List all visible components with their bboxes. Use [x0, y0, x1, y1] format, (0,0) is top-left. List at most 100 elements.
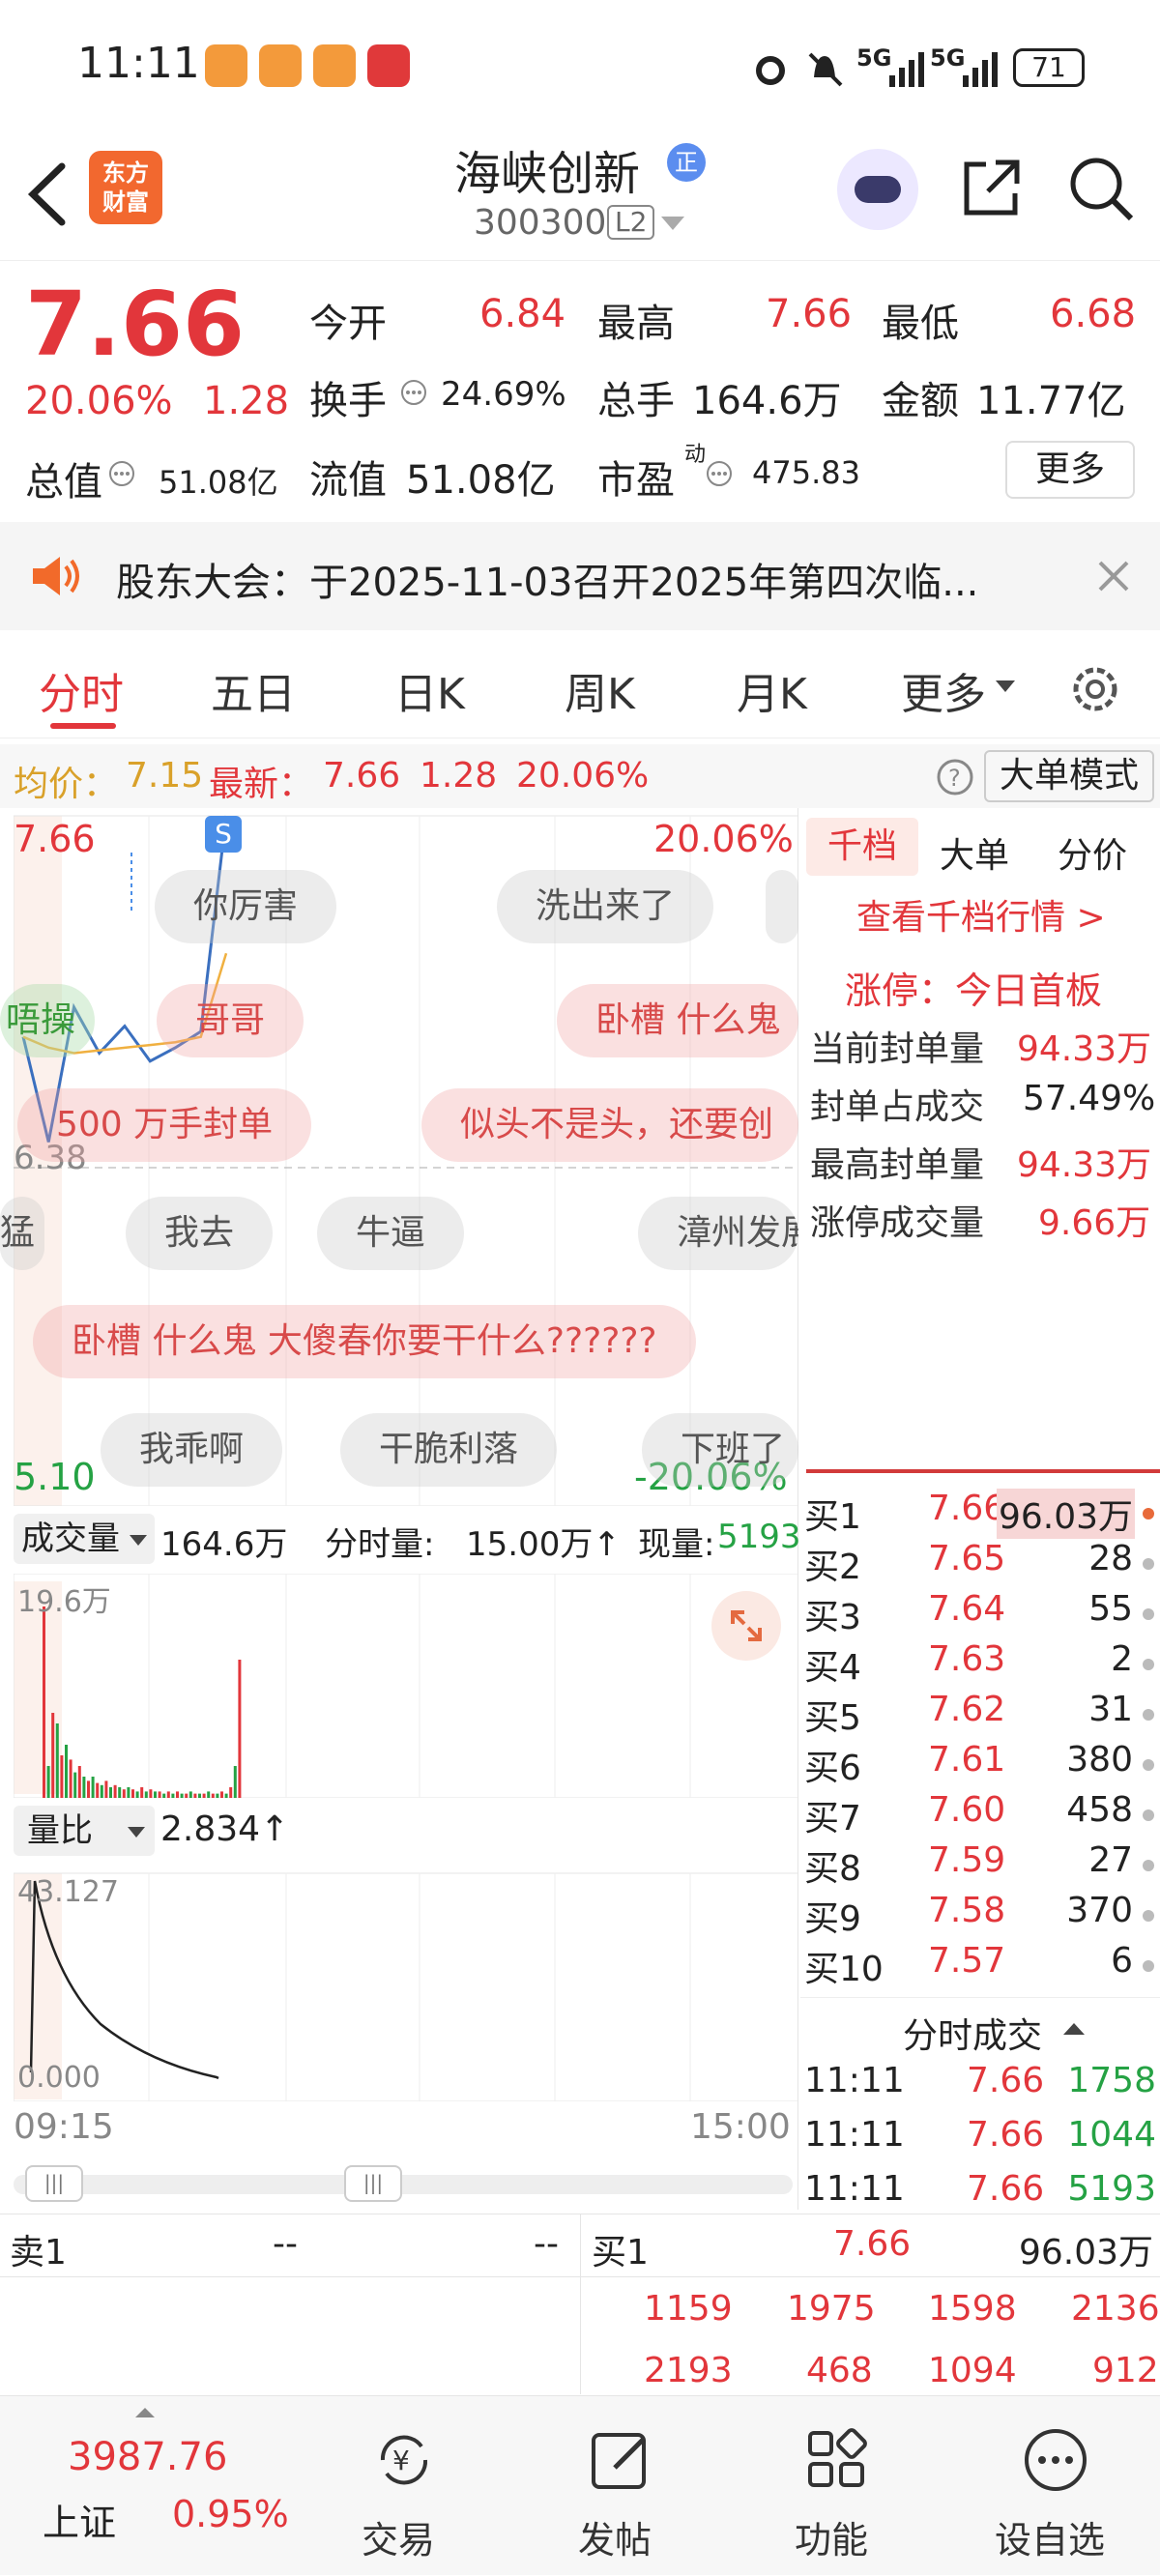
bid-volume: 27	[1088, 1840, 1133, 1880]
signal-icon	[889, 52, 924, 87]
volume-bar	[176, 1791, 179, 1798]
settings-gear-icon[interactable]	[1067, 661, 1123, 717]
range-slider-track[interactable]	[14, 2175, 793, 2194]
barrage-bubble[interactable]: 牛逼	[317, 1197, 465, 1270]
barrage-bubble[interactable]: 干脆利落	[340, 1413, 558, 1487]
volume-bar	[87, 1780, 90, 1798]
order-book-row[interactable]: 买2 7.65 28	[800, 1539, 1160, 1589]
index-ticker[interactable]: 3987.76 上证 0.95%	[0, 2396, 309, 2576]
alarm-icon	[756, 56, 785, 85]
bid-dot	[1143, 1910, 1154, 1922]
range-slider-left-handle[interactable]: |||	[25, 2165, 83, 2202]
tick-volume: 1044	[1067, 2115, 1156, 2155]
tab-price-dist[interactable]: 分价	[1058, 827, 1127, 878]
more-button[interactable]: 更多	[1005, 441, 1135, 499]
chevron-down-icon[interactable]	[130, 1535, 147, 1547]
sell1-price: --	[273, 2224, 298, 2264]
order-book-row[interactable]: 买5 7.62 31	[800, 1690, 1160, 1740]
bid-price: 7.62	[928, 1690, 1006, 1729]
volume-chart	[14, 1574, 798, 1798]
volume-bar	[158, 1791, 161, 1798]
order-book-row[interactable]: 买7 7.60 458	[800, 1790, 1160, 1840]
info-icon[interactable]	[400, 379, 427, 406]
chevron-down-icon[interactable]	[661, 217, 684, 232]
share-icon[interactable]	[957, 155, 1025, 222]
nav-watchlist[interactable]: 设自选	[953, 2396, 1146, 2576]
expand-icon[interactable]	[711, 1591, 781, 1661]
volume-bar	[185, 1793, 188, 1798]
barrage-bubble[interactable]: 似头不是头，还要创	[421, 1088, 798, 1162]
bid-level: 买10	[804, 1950, 884, 1989]
tab-five-day[interactable]: 五日	[211, 659, 296, 721]
mktcap-value: 51.08亿	[159, 464, 278, 501]
help-icon[interactable]: ?	[936, 758, 974, 796]
intraday-chart-area[interactable]: 7.66 20.06% 6.38 5.10 -20.06% S 你厉害 洗出来了…	[0, 808, 798, 2210]
queue-cell: 1159	[644, 2289, 733, 2329]
latest-change: 1.28	[420, 756, 498, 796]
tab-big-order[interactable]: 大单	[940, 827, 1009, 878]
chevron-down-icon[interactable]	[996, 680, 1015, 694]
order-book: 买1 7.66 96.03万 买2 7.65 28 买3 7.64 55 买4 7.63 2 买5 7.6…	[800, 1489, 1160, 1991]
order-book-row[interactable]: 买9 7.58 370	[800, 1891, 1160, 1941]
volume-bar	[69, 1759, 72, 1798]
latest-label: 最新：	[209, 765, 314, 804]
notice-banner[interactable]: 股东大会：于2025-11-03召开2025年第四次临...	[0, 522, 1160, 630]
chart-frame	[14, 1872, 798, 2101]
avg-label: 均价：	[14, 765, 119, 804]
tick-volume: 5193	[1067, 2169, 1156, 2209]
order-book-row[interactable]: 买4 7.63 2	[800, 1639, 1160, 1690]
volume-bar	[127, 1787, 130, 1798]
barrage-bubble[interactable]: 你厉害	[155, 870, 337, 943]
info-icon[interactable]	[108, 460, 135, 487]
close-icon[interactable]	[1096, 559, 1131, 593]
view-thousand-level-link[interactable]: 查看千档行情 >	[856, 889, 1106, 940]
tab-weekly-k[interactable]: 周K	[565, 659, 635, 721]
range-slider-right-handle[interactable]: |||	[344, 2165, 402, 2202]
pe-value: 475.83	[752, 454, 860, 491]
order-book-row[interactable]: 买3 7.64 55	[800, 1589, 1160, 1639]
queue-cell: 468	[806, 2351, 873, 2390]
nav-functions[interactable]: 功能	[735, 2396, 928, 2576]
amount-label: 金额	[882, 379, 959, 423]
tab-daily-k[interactable]: 日K	[394, 659, 465, 721]
volume-time-value: 15.00万↑	[466, 1525, 621, 1564]
tab-thousand-level[interactable]: 千档	[806, 818, 918, 876]
nav-post[interactable]: 发帖	[518, 2396, 711, 2576]
barrage-bubble-cut[interactable]	[766, 870, 798, 943]
barrage-bubble[interactable]: 卧槽 什么鬼 大傻春你要干什么??????	[33, 1305, 696, 1378]
barrage-bubble[interactable]: 唔操	[0, 984, 96, 1057]
barrage-bubble[interactable]: 我乖啊	[101, 1413, 283, 1487]
info-icon[interactable]	[706, 460, 733, 487]
ratio-max: 43.127	[17, 1875, 119, 1909]
app-notification-icon	[259, 44, 302, 87]
level-badge[interactable]: L2	[607, 205, 655, 240]
tab-intraday[interactable]: 分时	[39, 659, 124, 721]
tick-row: 11:11 7.66 1044	[800, 2115, 1160, 2165]
nav-watchlist-label: 设自选	[994, 2519, 1105, 2562]
order-book-row[interactable]: 买10 7.57 6	[800, 1941, 1160, 1991]
barrage-bubble[interactable]: 卧槽 什么鬼	[557, 984, 798, 1057]
ticks-header[interactable]: 分时成交	[800, 1997, 1160, 2056]
tab-more[interactable]: 更多	[901, 659, 986, 721]
back-icon[interactable]	[23, 160, 72, 228]
chevron-down-icon[interactable]	[128, 1827, 145, 1838]
nav-trade[interactable]: ¥ 交易	[302, 2396, 495, 2576]
search-icon[interactable]	[1067, 155, 1135, 222]
barrage-bubble[interactable]: 漳州发展	[638, 1197, 798, 1270]
order-book-row[interactable]: 买8 7.59 27	[800, 1840, 1160, 1891]
order-book-row[interactable]: 买1 7.66 96.03万	[800, 1489, 1160, 1539]
order-book-row[interactable]: 买6 7.61 380	[800, 1740, 1160, 1790]
stock-name: 海峡创新	[454, 147, 641, 201]
sell-marker[interactable]: S	[205, 816, 242, 853]
barrage-bubble[interactable]: 哥哥	[157, 984, 304, 1057]
barrage-bubble[interactable]: 500 万手封单	[17, 1088, 312, 1162]
big-order-mode-button[interactable]: 大单模式	[984, 750, 1155, 802]
tab-monthly-k[interactable]: 月K	[737, 659, 807, 721]
robot-assistant-icon[interactable]	[837, 149, 918, 230]
barrage-bubble[interactable]: 下班了	[642, 1413, 798, 1487]
quote-panel: 7.66 20.06% 1.28 总值 51.08亿 今开 6.84 最高 7.…	[0, 261, 1160, 522]
barrage-bubble[interactable]: 猛	[0, 1197, 45, 1270]
barrage-bubble[interactable]: 我去	[126, 1197, 274, 1270]
barrage-bubble[interactable]: 洗出来了	[497, 870, 714, 943]
brand-logo[interactable]: 东方 财富	[89, 151, 162, 224]
